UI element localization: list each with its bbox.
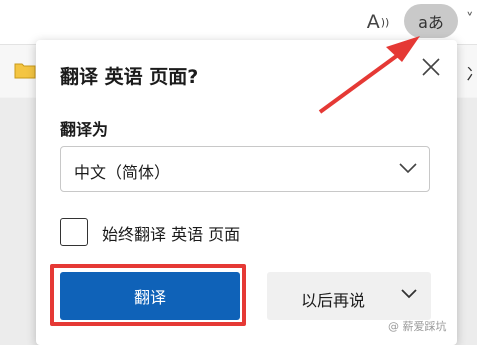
- selected-language: 中文（简体）: [74, 163, 171, 182]
- translate-button[interactable]: 翻译: [60, 272, 240, 320]
- chevron-down-icon: [399, 163, 417, 174]
- always-translate-checkbox[interactable]: [60, 218, 88, 246]
- watermark: @ 薪爱踩坑: [388, 320, 447, 333]
- chevron-down-icon[interactable]: [401, 288, 417, 299]
- not-now-label: 以后再说: [301, 291, 366, 310]
- folder-icon[interactable]: [14, 61, 36, 79]
- chevron-icon[interactable]: ˅: [466, 10, 474, 28]
- translate-page-button[interactable]: aあ: [404, 4, 458, 38]
- not-now-button[interactable]: 以后再说: [267, 272, 431, 320]
- close-icon: [422, 58, 440, 76]
- dialog-title: 翻译 英语 页面?: [60, 66, 199, 88]
- always-translate-label: 始终翻译 英语 页面: [102, 225, 241, 244]
- translate-to-label: 翻译为: [60, 120, 109, 139]
- browser-toolbar: A)) aあ ˅: [0, 0, 477, 45]
- read-aloud-icon[interactable]: A)): [362, 6, 394, 38]
- translate-icon: aあ: [418, 13, 444, 32]
- close-button[interactable]: [416, 52, 446, 82]
- translate-dialog: 翻译 英语 页面? 翻译为 中文（简体） 始终翻译 英语 页面 翻译 以后再说: [36, 40, 457, 345]
- language-select[interactable]: 中文（简体）: [60, 146, 430, 192]
- favorites-item-partial[interactable]: 冫: [466, 60, 477, 85]
